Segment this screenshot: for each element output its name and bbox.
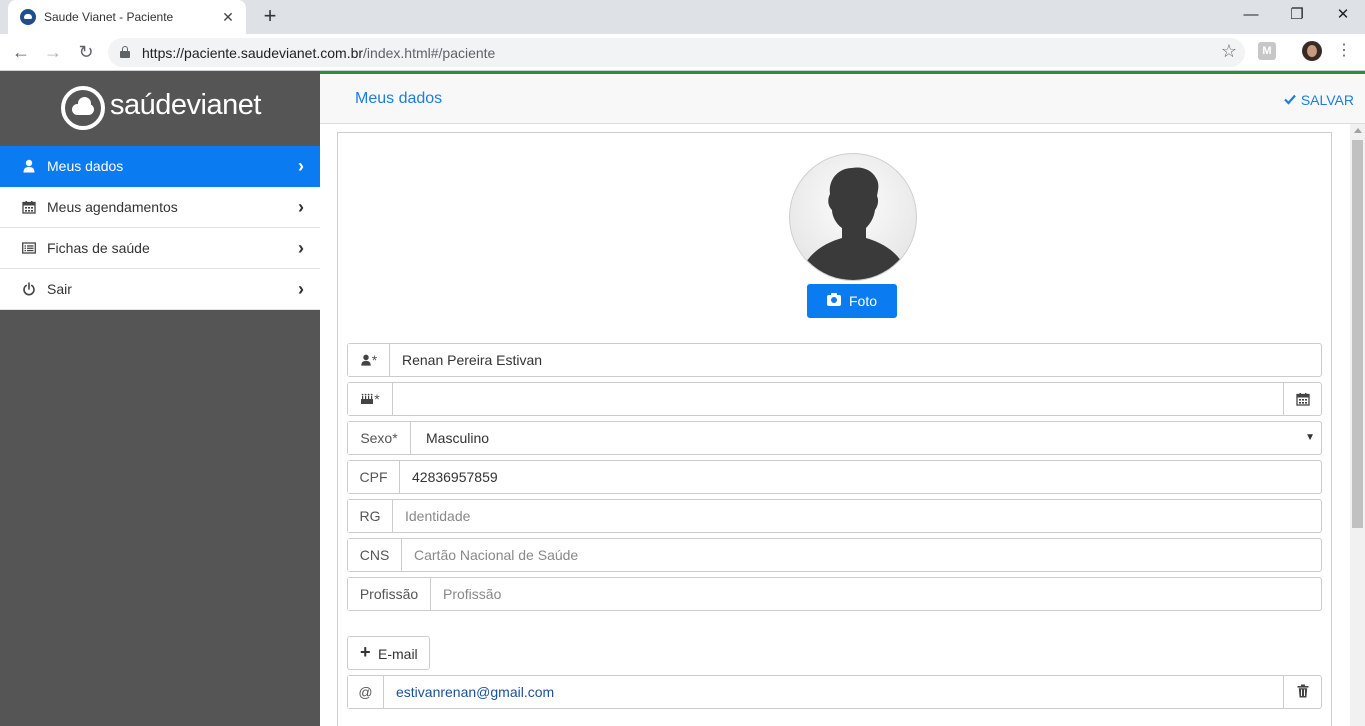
plus-icon: + bbox=[360, 642, 371, 662]
sidebar-item-label: Fichas de saúde bbox=[47, 240, 150, 256]
url-text: https://paciente.saudevianet.com.br/inde… bbox=[142, 45, 496, 61]
email-field[interactable]: @ estivanrenan@gmail.com bbox=[347, 675, 1322, 709]
name-field[interactable]: * Renan Pereira Estivan bbox=[347, 343, 1322, 377]
photo-button[interactable]: Foto bbox=[807, 284, 897, 318]
new-tab-icon[interactable]: + bbox=[258, 5, 282, 29]
save-button[interactable]: SALVAR bbox=[1284, 92, 1354, 108]
cns-input[interactable]: Cartão Nacional de Saúde bbox=[414, 547, 578, 563]
check-icon bbox=[1284, 94, 1296, 105]
browser-menu-icon[interactable]: ⋮ bbox=[1336, 43, 1352, 61]
window-close-icon[interactable]: ✕ bbox=[1320, 0, 1365, 32]
address-bar[interactable]: https://paciente.saudevianet.com.br/inde… bbox=[108, 38, 1245, 67]
chevron-right-icon: › bbox=[298, 279, 304, 299]
birthday-cake-icon bbox=[361, 393, 374, 404]
extension-icon[interactable]: M bbox=[1258, 42, 1276, 60]
browser-toolbar: ← → ↻ https://paciente.saudevianet.com.b… bbox=[0, 34, 1365, 71]
sex-addon: Sexo* bbox=[348, 422, 411, 454]
list-icon bbox=[22, 242, 36, 254]
page-scrollbar[interactable] bbox=[1350, 124, 1365, 726]
scroll-thumb[interactable] bbox=[1352, 140, 1363, 528]
sex-select[interactable]: Sexo* Masculino ▼ bbox=[347, 421, 1322, 455]
minimize-icon[interactable]: — bbox=[1228, 0, 1274, 32]
profile-form-card: Foto * Renan Pereira Estivan * Sexo* Mas… bbox=[337, 132, 1332, 726]
sidebar-item-fichas-de-saude[interactable]: Fichas de saúde › bbox=[0, 228, 320, 269]
cns-field[interactable]: CNS Cartão Nacional de Saúde bbox=[347, 538, 1322, 572]
calendar-button[interactable] bbox=[1283, 383, 1321, 415]
profile-avatar-icon[interactable] bbox=[1302, 41, 1322, 61]
page-header: Meus dados SALVAR bbox=[320, 71, 1365, 124]
sidebar-item-label: Meus dados bbox=[47, 158, 124, 174]
forward-arrow-icon[interactable]: → bbox=[41, 40, 65, 64]
trash-icon bbox=[1297, 684, 1309, 698]
sidebar-item-meus-dados[interactable]: Meus dados › bbox=[0, 146, 320, 187]
profession-input[interactable]: Profissão bbox=[443, 586, 501, 602]
browser-tab[interactable]: Saude Vianet - Paciente ✕ bbox=[8, 0, 246, 34]
email-addon: @ bbox=[348, 676, 384, 708]
cpf-addon: CPF bbox=[348, 461, 400, 493]
bookmark-star-icon[interactable]: ☆ bbox=[1221, 41, 1237, 62]
calendar-icon bbox=[22, 201, 36, 214]
name-input[interactable]: Renan Pereira Estivan bbox=[402, 352, 542, 368]
rg-addon: RG bbox=[348, 500, 393, 532]
brand-logo: saúdevianet bbox=[0, 71, 320, 146]
tab-title: Saude Vianet - Paciente bbox=[44, 10, 174, 24]
page-title: Meus dados bbox=[355, 90, 443, 107]
sidebar-item-meus-agendamentos[interactable]: Meus agendamentos › bbox=[0, 187, 320, 228]
sidebar-menu: Meus dados › Meus agendamentos › Fichas … bbox=[0, 146, 320, 310]
avatar bbox=[789, 153, 917, 281]
cpf-input[interactable]: 42836957859 bbox=[412, 469, 498, 485]
person-silhouette-icon bbox=[804, 167, 904, 280]
sidebar-item-sair[interactable]: Sair › bbox=[0, 269, 320, 310]
profession-field[interactable]: Profissão Profissão bbox=[347, 577, 1322, 611]
scroll-up-arrow-icon[interactable] bbox=[1354, 128, 1362, 133]
sidebar-item-label: Meus agendamentos bbox=[47, 199, 178, 215]
name-addon: * bbox=[348, 344, 390, 376]
profession-addon: Profissão bbox=[348, 578, 431, 610]
lock-icon bbox=[120, 46, 130, 58]
cns-addon: CNS bbox=[348, 539, 402, 571]
browser-titlebar: Saude Vianet - Paciente ✕ + — ❐ ✕ bbox=[0, 0, 1365, 34]
dropdown-caret-icon: ▼ bbox=[1305, 432, 1315, 443]
brand-name: saúdevianet bbox=[110, 89, 261, 121]
sidebar-item-label: Sair bbox=[47, 281, 72, 297]
camera-icon bbox=[827, 293, 841, 306]
rg-input[interactable]: Identidade bbox=[405, 508, 470, 524]
reload-icon[interactable]: ↻ bbox=[74, 40, 98, 64]
favicon-icon bbox=[20, 9, 36, 25]
power-icon bbox=[23, 282, 35, 296]
cpf-field[interactable]: CPF 42836957859 bbox=[347, 460, 1322, 494]
add-email-button[interactable]: + E-mail bbox=[347, 636, 430, 670]
restore-icon[interactable]: ❐ bbox=[1274, 0, 1320, 32]
chevron-right-icon: › bbox=[298, 238, 304, 258]
back-arrow-icon[interactable]: ← bbox=[9, 40, 33, 64]
sidebar: saúdevianet Meus dados › Meus agendament… bbox=[0, 71, 320, 726]
chevron-right-icon: › bbox=[298, 197, 304, 217]
sex-selected-value: Masculino bbox=[426, 430, 490, 446]
user-icon bbox=[361, 354, 371, 366]
delete-email-button[interactable] bbox=[1283, 676, 1321, 708]
chevron-right-icon: › bbox=[298, 156, 304, 176]
email-input[interactable]: estivanrenan@gmail.com bbox=[396, 684, 554, 700]
cloud-logo-icon bbox=[61, 86, 105, 130]
calendar-icon bbox=[1296, 393, 1310, 406]
main-content: Foto * Renan Pereira Estivan * Sexo* Mas… bbox=[320, 124, 1350, 726]
user-icon bbox=[23, 159, 35, 173]
rg-field[interactable]: RG Identidade bbox=[347, 499, 1322, 533]
birthdate-field[interactable]: * bbox=[347, 382, 1322, 416]
birthdate-addon: * bbox=[348, 383, 393, 415]
tab-close-icon[interactable]: ✕ bbox=[218, 7, 238, 27]
